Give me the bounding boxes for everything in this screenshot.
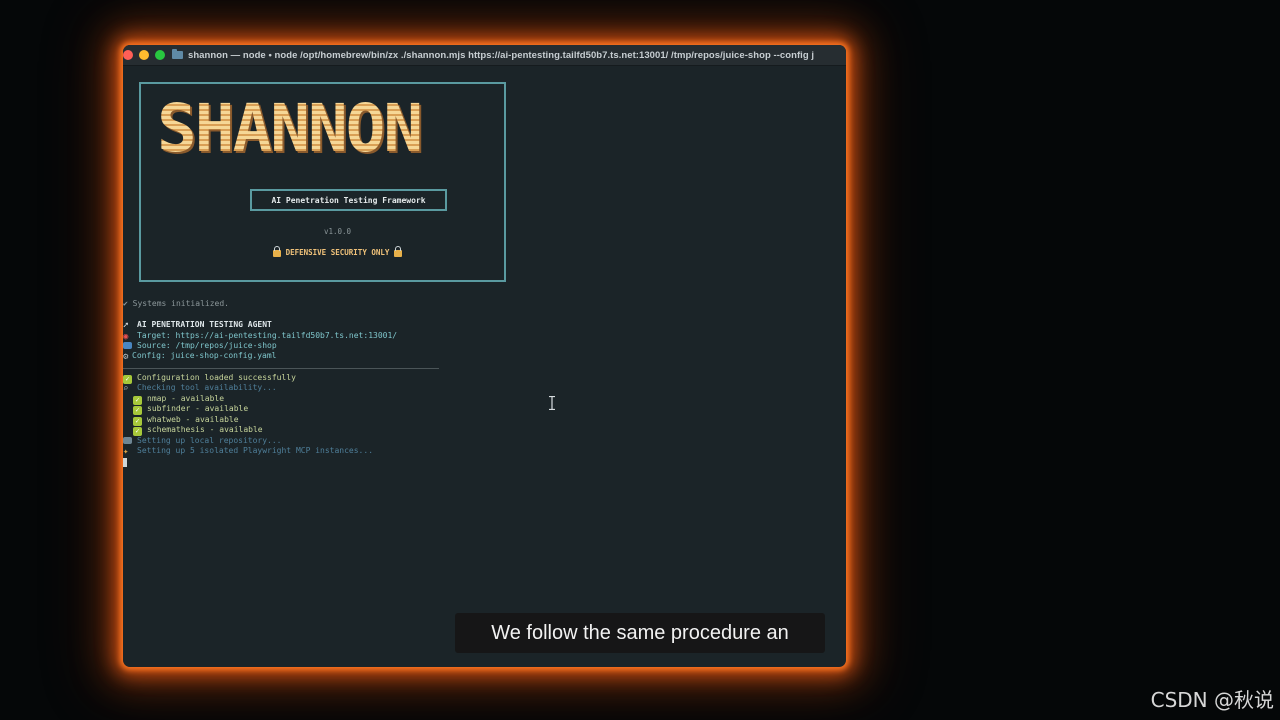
local-repo-text: Setting up local repository... bbox=[137, 436, 282, 445]
tool-text: subfinder - available bbox=[147, 404, 249, 413]
checking-tools-text: Checking tool availability... bbox=[137, 383, 277, 392]
text-cursor-icon bbox=[549, 396, 555, 410]
agent-title-line: ➚ AI PENETRATION TESTING AGENT bbox=[123, 320, 272, 331]
playwright-line: ✦ Setting up 5 isolated Playwright MCP in… bbox=[123, 446, 373, 457]
terminal-cursor bbox=[123, 458, 127, 467]
lock-icon bbox=[272, 246, 281, 257]
folder-icon bbox=[172, 49, 183, 59]
tool-text: schemathesis - available bbox=[147, 425, 263, 434]
lock-icon bbox=[394, 246, 403, 257]
close-window-button[interactable] bbox=[123, 50, 133, 60]
theater-masks-icon: ✦ bbox=[123, 447, 129, 457]
caption-text: We follow the same procedure an bbox=[491, 621, 789, 644]
config-text: Config: juice-shop-config.yaml bbox=[132, 351, 277, 360]
check-icon: ✓ bbox=[133, 427, 142, 436]
source-text: Source: /tmp/repos/juice-shop bbox=[137, 341, 277, 350]
shannon-banner: SHANNON AI Penetration Testing Framework… bbox=[139, 82, 506, 282]
tool-line: ✓ schemathesis - available bbox=[133, 425, 263, 436]
local-repo-line: Setting up local repository... bbox=[123, 436, 282, 446]
defensive-notice: DEFENSIVE SECURITY ONLY bbox=[141, 246, 504, 257]
checking-tools-line: ⌕ Checking tool availability... bbox=[123, 383, 277, 394]
framework-subtitle: AI Penetration Testing Framework bbox=[271, 195, 426, 205]
rocket-icon: ➚ bbox=[123, 321, 129, 331]
zoom-window-button[interactable] bbox=[155, 50, 165, 60]
tool-text: nmap - available bbox=[147, 394, 225, 403]
config-loaded-text: Configuration loaded successfully bbox=[137, 373, 296, 382]
target-text: Target: https://ai-pentesting.tailfd50b7… bbox=[137, 331, 398, 340]
version-label: v1.0.0 bbox=[323, 227, 352, 236]
config-line: ⚙ Config: juice-shop-config.yaml bbox=[123, 351, 277, 362]
watermark: CSDN @秋说 bbox=[1150, 688, 1274, 712]
video-frame: shannon — node • node /opt/homebrew/bin/… bbox=[0, 0, 1280, 720]
folder-icon bbox=[123, 342, 132, 349]
framework-subtitle-box: AI Penetration Testing Framework bbox=[250, 189, 447, 211]
video-caption: We follow the same procedure an bbox=[455, 613, 825, 653]
folder-icon bbox=[123, 437, 132, 444]
terminal-window[interactable]: shannon — node • node /opt/homebrew/bin/… bbox=[123, 45, 846, 667]
window-title: shannon — node • node /opt/homebrew/bin/… bbox=[188, 49, 815, 61]
shannon-logo: SHANNON bbox=[157, 90, 423, 167]
tool-text: whatweb - available bbox=[147, 415, 239, 424]
minimize-window-button[interactable] bbox=[139, 50, 149, 60]
check-icon: ✓ bbox=[133, 406, 142, 415]
divider bbox=[123, 368, 439, 369]
systems-initialized-line: ✔ Systems initialized. bbox=[123, 299, 229, 308]
playwright-text: Setting up 5 isolated Playwright MCP ins… bbox=[137, 446, 374, 455]
magnifier-icon: ⌕ bbox=[123, 384, 129, 394]
tool-line: ✓ subfinder - available bbox=[133, 404, 248, 415]
agent-title-text: AI PENETRATION TESTING AGENT bbox=[137, 320, 272, 329]
gear-icon: ⚙ bbox=[123, 352, 129, 362]
defensive-text: DEFENSIVE SECURITY ONLY bbox=[285, 248, 390, 257]
terminal-titlebar[interactable]: shannon — node • node /opt/homebrew/bin/… bbox=[123, 45, 846, 66]
source-line: Source: /tmp/repos/juice-shop bbox=[123, 341, 277, 351]
